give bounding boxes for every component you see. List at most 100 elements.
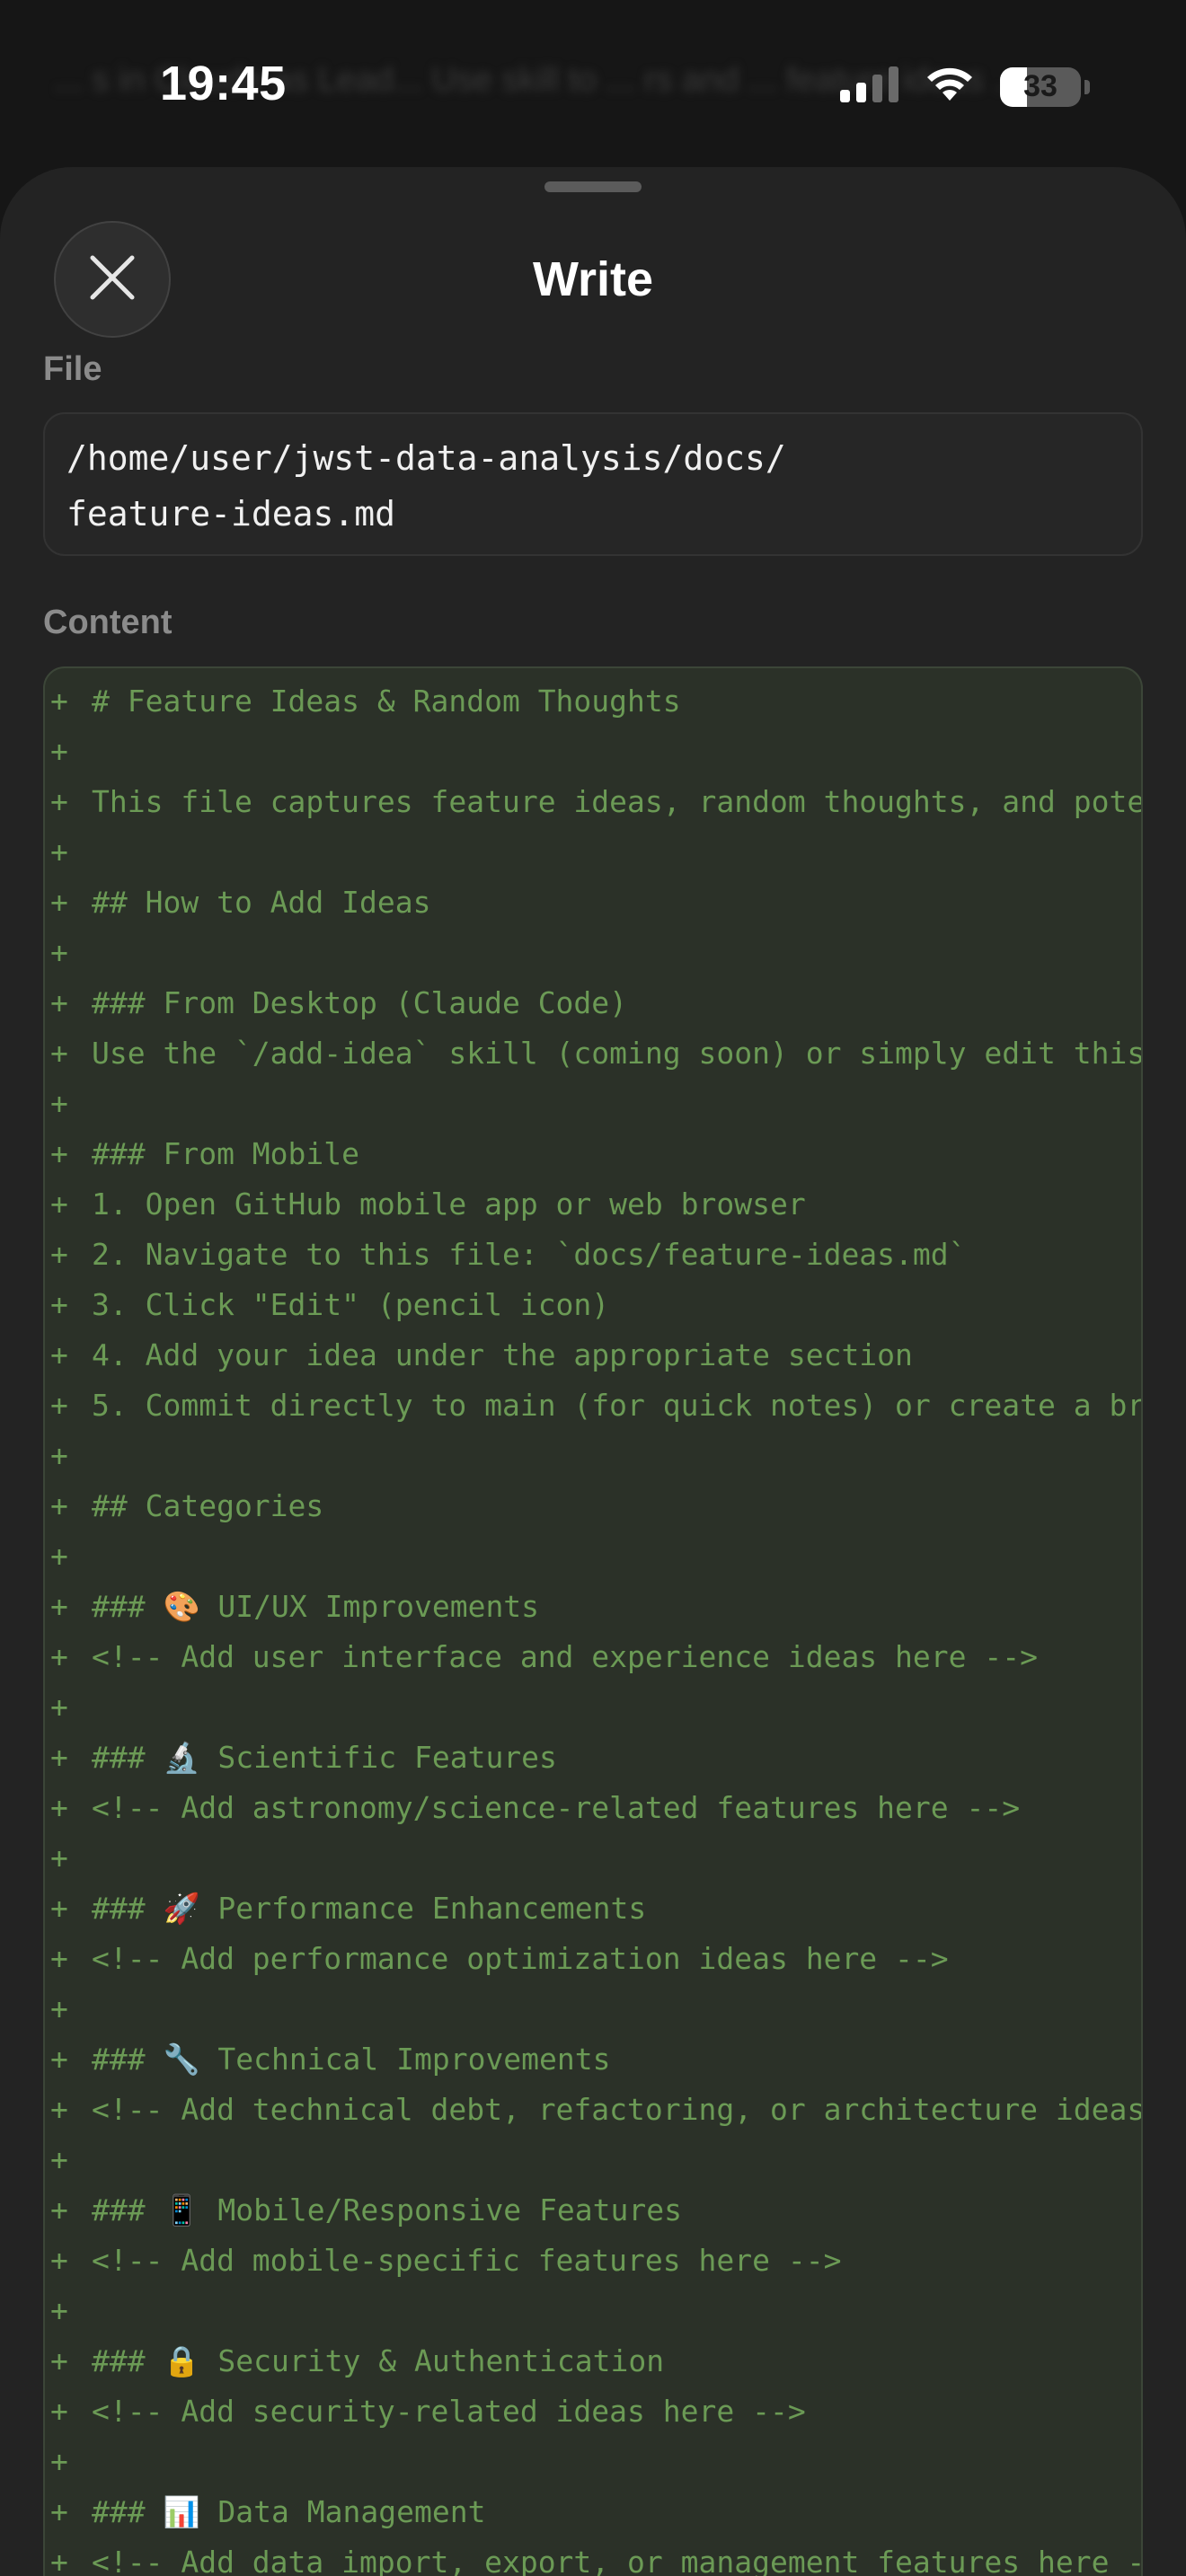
file-path-field: /home/user/jwst-data-analysis/docs/ feat… xyxy=(43,412,1143,556)
diff-added-marker: + xyxy=(50,1488,68,1523)
diff-line-text: ### 🚀 Performance Enhancements xyxy=(92,1891,647,1926)
content-diff-view[interactable]: + # Feature Ideas & Random Thoughts + + This… xyxy=(43,666,1143,2576)
diff-line: + ### 🔬 Scientific Features xyxy=(45,1733,1141,1783)
screen: ... s in Claude as Lead... Use skill to … xyxy=(0,0,1186,2576)
diff-added-marker: + xyxy=(50,1136,68,1171)
status-time: 19:45 xyxy=(160,57,287,110)
diff-line: + xyxy=(45,928,1141,978)
diff-added-marker: + xyxy=(50,1539,68,1574)
diff-line-text: Use the `/add-idea` skill (coming soon) … xyxy=(92,1036,1143,1071)
diff-line: + <!-- Add mobile-specific features here … xyxy=(45,2236,1141,2286)
content-label: Content xyxy=(43,604,173,641)
diff-line-text: 2. Navigate to this file: `docs/feature-… xyxy=(92,1237,967,1272)
diff-added-marker: + xyxy=(50,1740,68,1775)
diff-added-marker: + xyxy=(50,1237,68,1272)
diff-line: +5. Commit directly to main (for quick n… xyxy=(45,1381,1143,1431)
diff-line-text: <!-- Add performance optimization ideas … xyxy=(92,1941,949,1976)
diff-added-marker: + xyxy=(50,684,68,719)
write-sheet: Write File /home/user/jwst-data-analysis… xyxy=(0,167,1186,2576)
diff-line-text: 3. Click "Edit" (pencil icon) xyxy=(92,1287,610,1322)
battery-icon: 33 xyxy=(1000,66,1081,107)
diff-line: + ### 🔧 Technical Improvements xyxy=(45,2034,1141,2085)
diff-line-text: ### 📱 Mobile/Responsive Features xyxy=(92,2192,682,2228)
diff-line: + xyxy=(45,827,1141,878)
diff-line-text: <!-- Add user interface and experience i… xyxy=(92,1639,1038,1674)
diff-added-marker: + xyxy=(50,1337,68,1372)
diff-line: + ### 📊 Data Management xyxy=(45,2487,1141,2537)
file-label: File xyxy=(43,350,102,388)
diff-added-marker: + xyxy=(50,935,68,970)
diff-line-text: <!-- Add data import, export, or managem… xyxy=(92,2545,1143,2576)
diff-line: + ### From Mobile xyxy=(45,1129,1141,1179)
diff-line: +4. Add your idea under the appropriate … xyxy=(45,1330,1141,1381)
diff-added-marker: + xyxy=(50,885,68,920)
diff-line: + This file captures feature ideas, rando… xyxy=(45,777,1141,827)
diff-line: + ### 🚀 Performance Enhancements xyxy=(45,1883,1141,1934)
diff-line-text: <!-- Add mobile-specific features here -… xyxy=(92,2243,842,2278)
diff-added-marker: + xyxy=(50,2343,68,2378)
diff-added-marker: + xyxy=(50,1639,68,1674)
diff-line-text: 1. Open GitHub mobile app or web browser xyxy=(92,1187,806,1222)
diff-line: + <!-- Add technical debt, refactoring, o… xyxy=(45,2085,1143,2135)
diff-line: + ### 🔒 Security & Authentication xyxy=(45,2336,1141,2386)
diff-added-marker: + xyxy=(50,1790,68,1825)
battery-cap xyxy=(1084,79,1090,94)
diff-added-marker: + xyxy=(50,1941,68,1976)
diff-line: + <!-- Add user interface and experience … xyxy=(45,1632,1141,1682)
diff-line-text: ### From Desktop (Claude Code) xyxy=(92,985,628,1020)
diff-line: + xyxy=(45,1984,1141,2034)
diff-line: + xyxy=(45,1079,1141,1129)
sheet-title: Write xyxy=(532,252,654,306)
diff-added-marker: + xyxy=(50,1991,68,2026)
diff-line-text: # Feature Ideas & Random Thoughts xyxy=(92,684,681,719)
diff-added-marker: + xyxy=(50,1891,68,1926)
diff-line: + Use the `/add-idea` skill (coming soon)… xyxy=(45,1028,1143,1079)
diff-added-marker: + xyxy=(50,2142,68,2177)
wifi-icon xyxy=(923,65,977,109)
diff-added-marker: + xyxy=(50,2444,68,2479)
diff-line: + ## How to Add Ideas xyxy=(45,878,1141,928)
diff-added-marker: + xyxy=(50,784,68,819)
cellular-signal-icon xyxy=(840,66,899,107)
diff-line: + <!-- Add astronomy/science-related feat… xyxy=(45,1783,1141,1833)
diff-added-marker: + xyxy=(50,2192,68,2228)
diff-line-text: ### 🔧 Technical Improvements xyxy=(92,2042,611,2077)
diff-added-marker: + xyxy=(50,1388,68,1423)
diff-line: + ### 📱 Mobile/Responsive Features xyxy=(45,2185,1141,2236)
diff-line-text: ## How to Add Ideas xyxy=(92,885,431,920)
diff-added-marker: + xyxy=(50,1287,68,1322)
diff-line-text: ### From Mobile xyxy=(92,1136,360,1171)
diff-added-marker: + xyxy=(50,2545,68,2576)
diff-line-text: ### 🔬 Scientific Features xyxy=(92,1740,557,1775)
diff-line-text: <!-- Add astronomy/science-related featu… xyxy=(92,1790,1021,1825)
sheet-grabber[interactable] xyxy=(544,181,642,192)
diff-line-text: <!-- Add technical debt, refactoring, or… xyxy=(92,2092,1143,2127)
diff-added-marker: + xyxy=(50,1438,68,1473)
diff-line: + xyxy=(45,1531,1141,1582)
diff-added-marker: + xyxy=(50,1689,68,1725)
diff-added-marker: + xyxy=(50,2092,68,2127)
diff-line: +2. Navigate to this file: `docs/feature… xyxy=(45,1230,1141,1280)
diff-line-text: ### 🔒 Security & Authentication xyxy=(92,2343,665,2378)
diff-added-marker: + xyxy=(50,2494,68,2529)
diff-line: + xyxy=(45,1431,1141,1481)
diff-line: + xyxy=(45,727,1141,777)
diff-line-text: 5. Commit directly to main (for quick no… xyxy=(92,1388,1143,1423)
diff-line-text: ### 📊 Data Management xyxy=(92,2494,486,2529)
status-icons: 33 xyxy=(840,65,1090,109)
diff-added-marker: + xyxy=(50,1086,68,1121)
diff-lines: + # Feature Ideas & Random Thoughts + + This… xyxy=(45,676,1143,2576)
diff-added-marker: + xyxy=(50,1589,68,1624)
diff-line: + xyxy=(45,2286,1141,2336)
diff-added-marker: + xyxy=(50,834,68,869)
diff-added-marker: + xyxy=(50,1187,68,1222)
diff-line: + ### 🎨 UI/UX Improvements xyxy=(45,1582,1141,1632)
diff-added-marker: + xyxy=(50,1036,68,1071)
diff-line: + xyxy=(45,1682,1141,1733)
diff-added-marker: + xyxy=(50,985,68,1020)
diff-added-marker: + xyxy=(50,1840,68,1875)
diff-line: + # Feature Ideas & Random Thoughts xyxy=(45,676,1141,727)
diff-line: + xyxy=(45,1833,1141,1883)
diff-line: + <!-- Add data import, export, or manage… xyxy=(45,2537,1143,2576)
diff-added-marker: + xyxy=(50,2243,68,2278)
